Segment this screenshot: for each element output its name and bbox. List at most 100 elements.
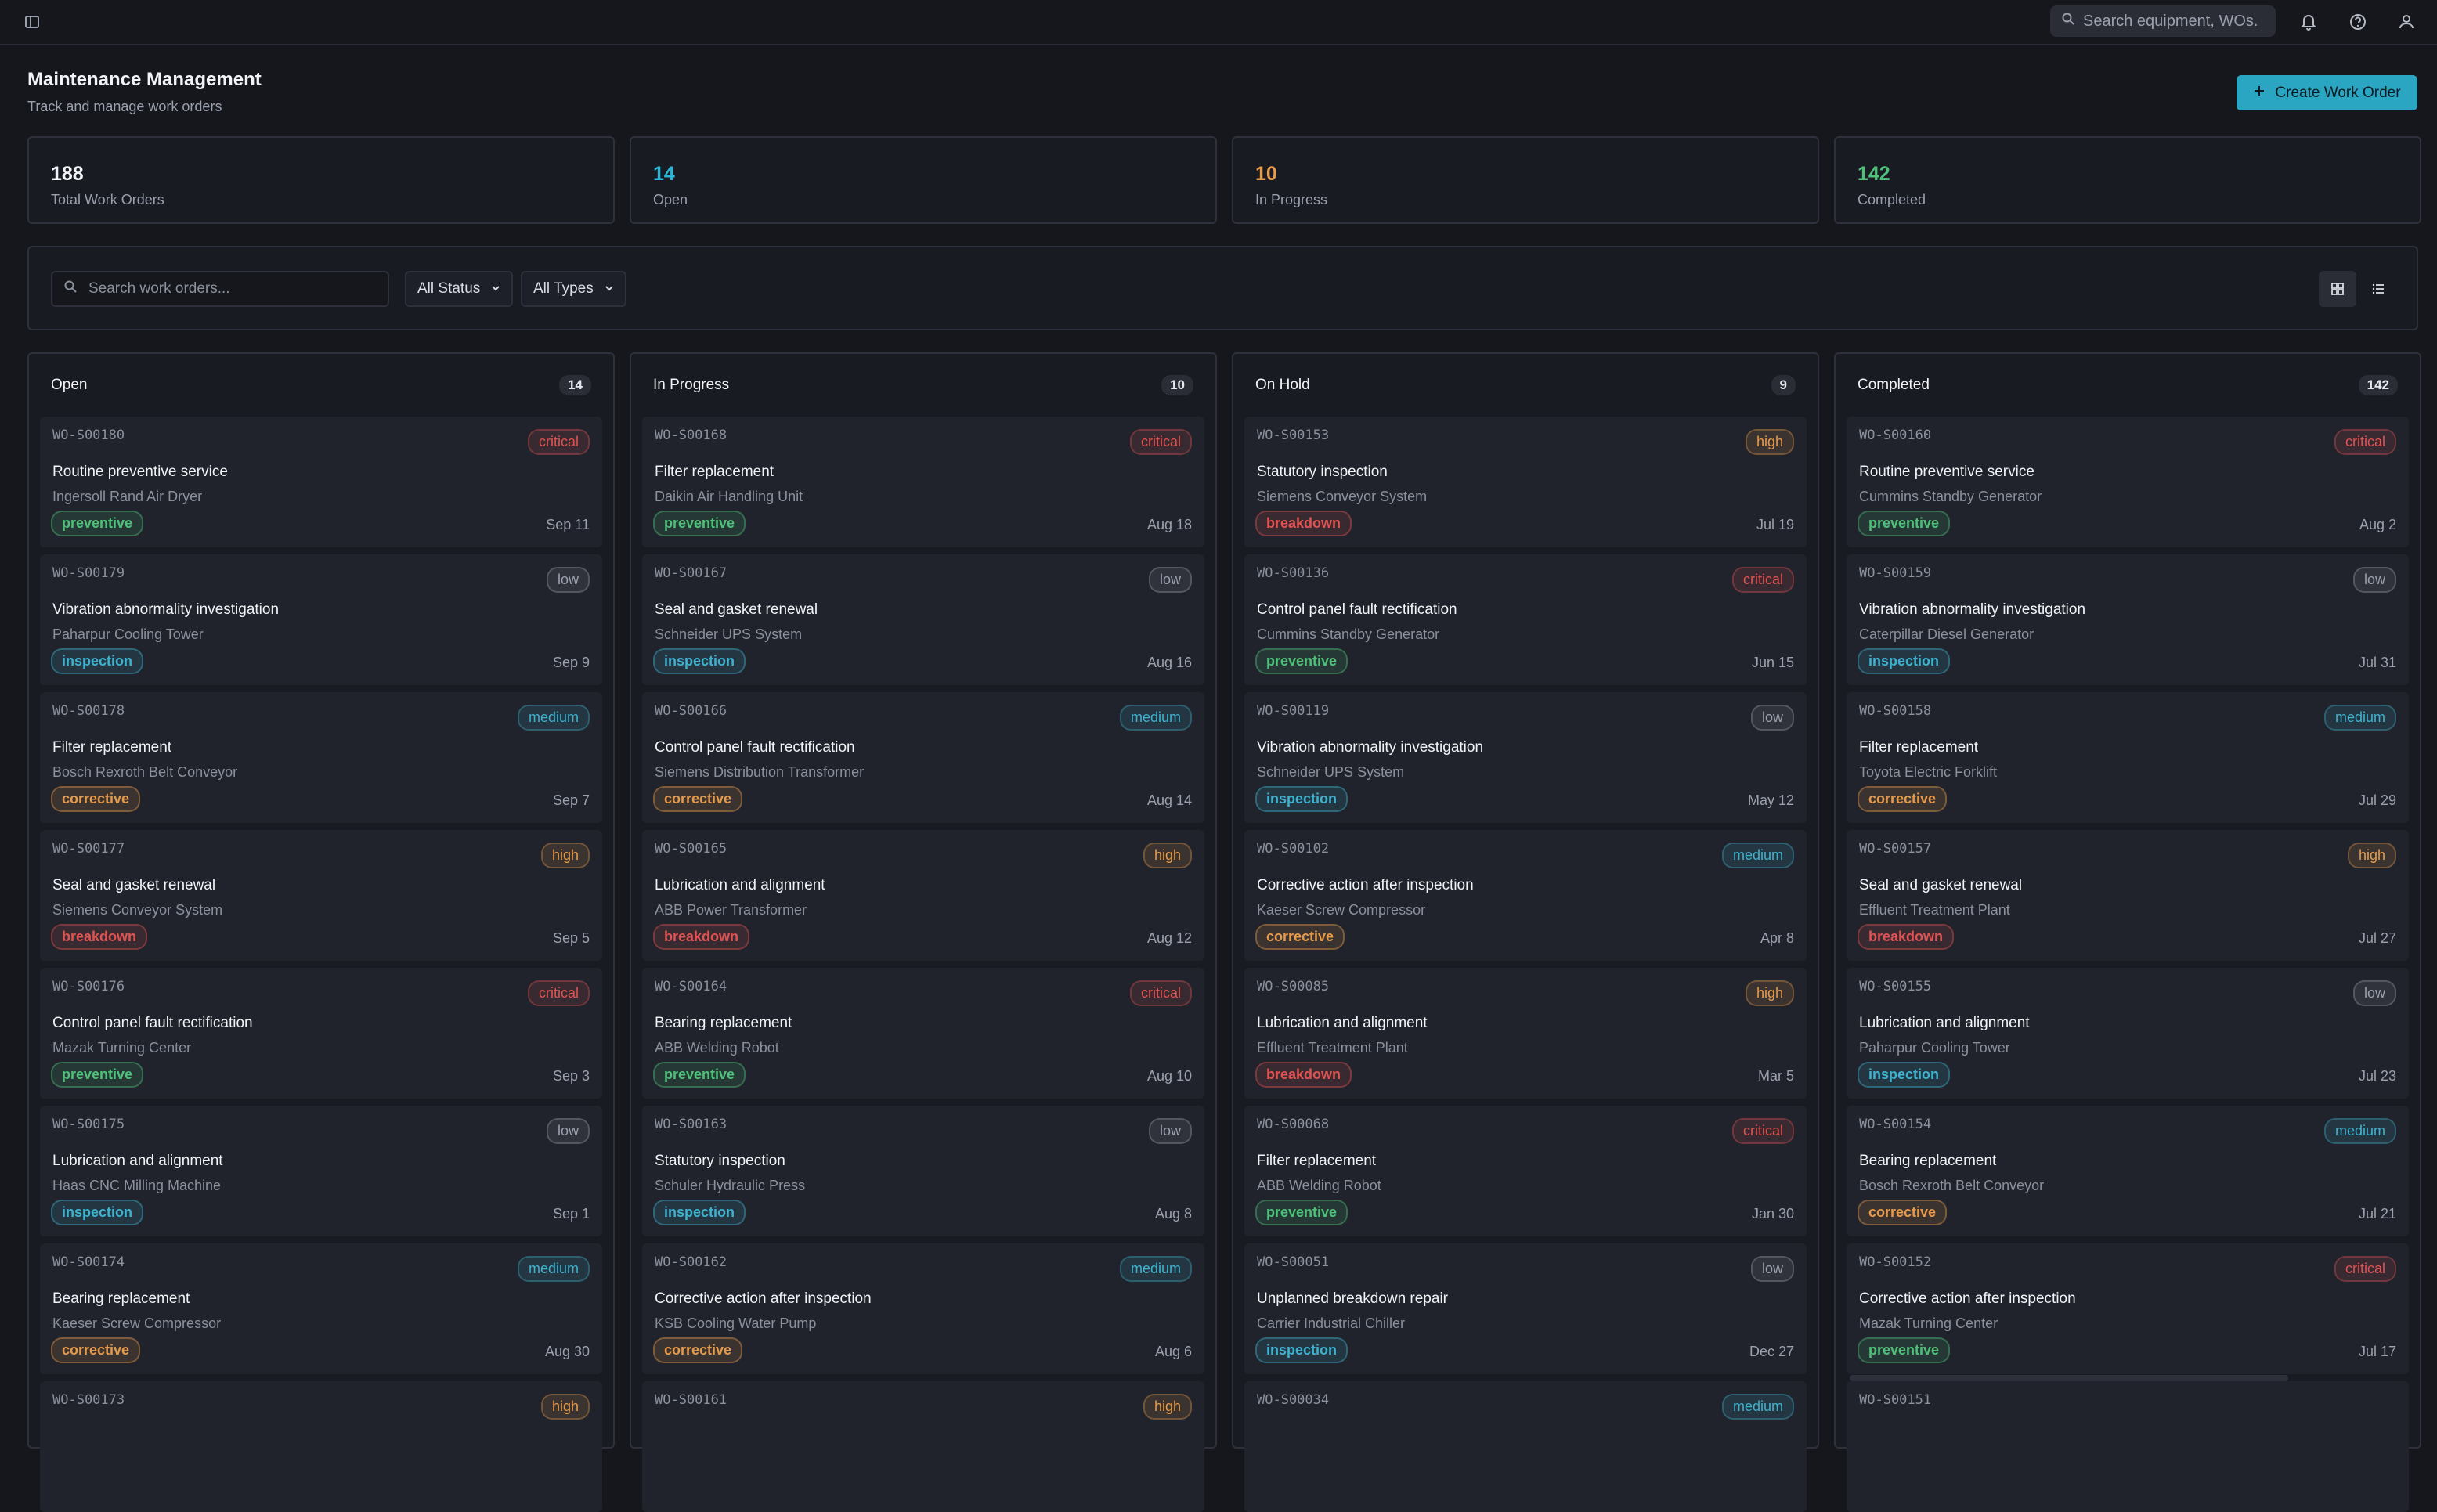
work-order-card[interactable]: WO-S00165 high Lubrication and alignment AB… (642, 830, 1204, 961)
work-order-card[interactable]: WO-S00160 critical Routine preventive serv… (1847, 417, 2409, 547)
column-title: Completed (1858, 377, 1930, 393)
work-order-card[interactable]: WO-S00161 high (642, 1381, 1204, 1512)
column-count-badge: 142 (2358, 375, 2398, 395)
stat-value: 10 (1255, 163, 1277, 185)
stat-card-completed: 142 Completed (1834, 136, 2421, 224)
work-order-asset: Siemens Conveyor System (52, 902, 223, 918)
work-order-card[interactable]: WO-S00068 critical Filter replacement ABB W… (1244, 1106, 1807, 1236)
user-icon[interactable] (2396, 12, 2417, 32)
work-order-card[interactable]: WO-S00085 high Lubrication and alignment Ef… (1244, 968, 1807, 1099)
work-order-title: Seal and gasket renewal (52, 877, 216, 893)
work-order-title: Bearing replacement (655, 1015, 792, 1031)
work-order-title: Vibration abnormality investigation (52, 601, 280, 618)
type-badge: corrective (1858, 786, 1948, 812)
type-badge: corrective (51, 1337, 141, 1363)
priority-badge: critical (1731, 1118, 1794, 1144)
priority-badge: high (1745, 429, 1794, 455)
work-order-id: WO-S00166 (655, 703, 727, 719)
type-badge: inspection (1858, 1062, 1951, 1088)
work-order-asset: Daikin Air Handling Unit (655, 489, 803, 504)
priority-badge: high (2347, 843, 2396, 868)
work-order-title: Lubrication and alignment (52, 1153, 223, 1169)
work-order-card[interactable]: WO-S00173 high (40, 1381, 602, 1512)
work-order-date: Aug 16 (1146, 655, 1192, 670)
work-order-date: Jun 15 (1751, 655, 1794, 670)
work-order-id: WO-S00180 (52, 428, 125, 443)
work-order-title: Control panel fault rectification (655, 739, 855, 756)
priority-badge: high (1745, 980, 1794, 1006)
work-order-card[interactable]: WO-S00151 (1847, 1381, 2409, 1512)
create-work-order-label: Create Work Order (2275, 84, 2401, 101)
work-order-asset: Kaeser Screw Compressor (52, 1315, 222, 1331)
work-order-card[interactable]: WO-S00152 critical Corrective action after… (1847, 1243, 2409, 1374)
help-icon[interactable] (2348, 12, 2368, 32)
stat-label: Total Work Orders (51, 192, 164, 207)
work-order-card[interactable]: WO-S00034 medium (1244, 1381, 1807, 1512)
work-order-card[interactable]: WO-S00154 medium Bearing replacement Bosch … (1847, 1106, 2409, 1236)
type-badge: breakdown (653, 924, 750, 950)
work-order-card[interactable]: WO-S00179 low Vibration abnormality invest… (40, 554, 602, 685)
work-order-card[interactable]: WO-S00164 critical Bearing replacement ABB … (642, 968, 1204, 1099)
work-order-id: WO-S00179 (52, 565, 125, 581)
type-select[interactable]: All Types (521, 271, 626, 307)
work-order-id: WO-S00152 (1859, 1254, 1932, 1270)
work-order-date: Dec 27 (1749, 1344, 1794, 1359)
priority-badge: low (2352, 980, 2396, 1006)
work-order-card[interactable]: WO-S00168 critical Filter replacement Daiki… (642, 417, 1204, 547)
global-search-input[interactable]: Search equipment, WOs. (2050, 5, 2276, 37)
work-order-asset: Effluent Treatment Plant (1859, 902, 2010, 918)
work-order-search-placeholder: Search work orders... (88, 280, 230, 297)
horizontal-scrollbar[interactable] (1850, 1375, 2288, 1381)
work-order-card[interactable]: WO-S00051 low Unplanned breakdown repair Ca… (1244, 1243, 1807, 1374)
status-select[interactable]: All Status (405, 271, 514, 307)
work-order-card[interactable]: WO-S00176 critical Control panel fault rec… (40, 968, 602, 1099)
work-order-card[interactable]: WO-S00155 low Lubrication and alignment Pah… (1847, 968, 2409, 1099)
work-order-id: WO-S00068 (1257, 1117, 1330, 1132)
bell-icon[interactable] (2298, 12, 2319, 32)
top-bar: Search equipment, WOs. (0, 0, 2437, 45)
work-order-card[interactable]: WO-S00177 high Seal and gasket renewal Siem… (40, 830, 602, 961)
work-order-date: Jul 17 (2358, 1344, 2396, 1359)
type-badge: inspection (1255, 786, 1348, 812)
work-order-card[interactable]: WO-S00178 medium Filter replacement Bosch R… (40, 692, 602, 823)
work-order-card[interactable]: WO-S00162 medium Corrective action after i… (642, 1243, 1204, 1374)
stat-label: Completed (1858, 192, 1926, 207)
work-order-card[interactable]: WO-S00180 critical Routine preventive serv… (40, 417, 602, 547)
grid-view-icon[interactable] (2319, 271, 2356, 307)
priority-badge: low (1148, 567, 1192, 593)
work-order-search-input[interactable]: Search work orders... (51, 271, 389, 307)
work-order-card[interactable]: WO-S00119 low Vibration abnormality invest… (1244, 692, 1807, 823)
work-order-card[interactable]: WO-S00175 low Lubrication and alignment Haa… (40, 1106, 602, 1236)
type-badge: inspection (51, 648, 144, 674)
type-badge: preventive (1858, 511, 1951, 536)
work-order-asset: Bosch Rexroth Belt Conveyor (1859, 1178, 2045, 1193)
column-count-badge: 9 (1771, 375, 1796, 395)
plus-icon (2253, 85, 2266, 102)
work-order-card[interactable]: WO-S00102 medium Corrective action after i… (1244, 830, 1807, 961)
priority-badge: low (546, 1118, 590, 1144)
work-order-card[interactable]: WO-S00174 medium Bearing replacement Kaeser… (40, 1243, 602, 1374)
sidebar-toggle-icon[interactable] (23, 13, 41, 31)
work-order-card[interactable]: WO-S00153 high Statutory inspection Siemens… (1244, 417, 1807, 547)
work-order-card[interactable]: WO-S00166 medium Control panel fault recti… (642, 692, 1204, 823)
priority-badge: medium (1721, 1394, 1794, 1420)
list-view-icon[interactable] (2359, 271, 2397, 307)
work-order-id: WO-S00102 (1257, 841, 1330, 857)
priority-badge: medium (517, 1256, 590, 1282)
priority-badge: critical (527, 980, 590, 1006)
column-on-hold: On Hold 9 WO-S00153 high Statutory inspectio… (1232, 352, 1819, 1512)
work-order-card[interactable]: WO-S00158 medium Filter replacement Toyota … (1847, 692, 2409, 823)
work-order-id: WO-S00154 (1859, 1117, 1932, 1132)
work-order-title: Seal and gasket renewal (655, 601, 818, 618)
work-order-id: WO-S00153 (1257, 428, 1330, 443)
priority-badge: medium (1119, 705, 1192, 731)
work-order-card[interactable]: WO-S00167 low Seal and gasket renewal Schne… (642, 554, 1204, 685)
work-order-card[interactable]: WO-S00163 low Statutory inspection Schuler … (642, 1106, 1204, 1236)
work-order-id: WO-S00158 (1859, 703, 1932, 719)
work-order-card[interactable]: WO-S00159 low Vibration abnormality invest… (1847, 554, 2409, 685)
work-order-asset: Caterpillar Diesel Generator (1859, 626, 2034, 642)
create-work-order-button[interactable]: Create Work Order (2237, 75, 2417, 110)
work-order-card[interactable]: WO-S00136 critical Control panel fault rec… (1244, 554, 1807, 685)
work-order-id: WO-S00177 (52, 841, 125, 857)
work-order-card[interactable]: WO-S00157 high Seal and gasket renewal Effl… (1847, 830, 2409, 961)
